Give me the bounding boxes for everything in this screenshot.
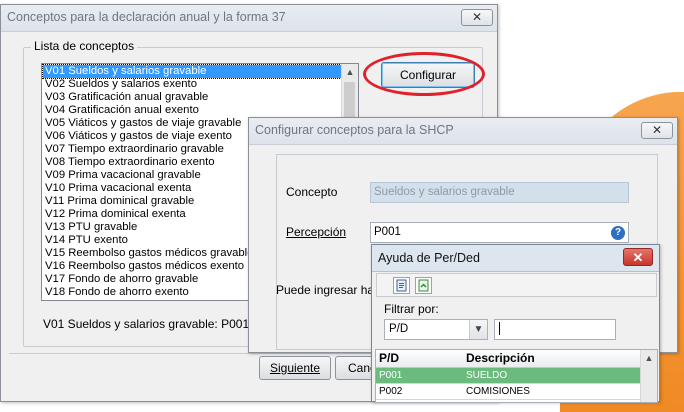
scroll-up-icon[interactable]: ▲ — [342, 64, 358, 80]
configure-button-label: Configurar — [399, 68, 457, 82]
row-code: P001 — [379, 370, 403, 381]
per-ded-help-titlebar[interactable]: Ayuda de Per/Ded ✕ — [372, 245, 659, 272]
per-ded-help-title: Ayuda de Per/Ded — [378, 251, 480, 265]
chevron-down-icon[interactable]: ▼ — [469, 320, 487, 339]
configure-shcp-title: Configurar conceptos para la SHCP — [255, 123, 454, 137]
configure-button[interactable]: Configurar — [381, 62, 475, 88]
list-item[interactable]: V02 Sueldos y salarios exento — [43, 78, 341, 91]
row-code: P002 — [379, 386, 403, 397]
filter-text-input[interactable] — [494, 319, 616, 340]
view-document-icon[interactable] — [393, 277, 410, 294]
concepts-list-scroll-thumb[interactable] — [344, 82, 355, 122]
list-item[interactable]: V03 Gratificación anual gravable — [43, 91, 341, 104]
per-ded-grid-header: P/D Descripción — [376, 350, 641, 368]
table-row[interactable]: P001 SUELDO — [376, 368, 641, 384]
percepcion-label: Percepción — [286, 225, 347, 239]
percepcion-value: P001 — [374, 226, 401, 238]
refresh-icon[interactable] — [415, 277, 432, 294]
filter-combo[interactable]: P/D ▼ — [384, 319, 488, 340]
text-cursor — [499, 322, 500, 336]
per-ded-toolbar — [376, 273, 657, 297]
column-header-descripcion[interactable]: Descripción — [466, 351, 535, 365]
per-ded-help-window: Ayuda de Per/Ded ✕ Filtrar por: P/D ▼ P/… — [371, 244, 660, 403]
list-item[interactable]: V04 Gratificación anual exento — [43, 104, 341, 117]
concepts-window-title: Conceptos para la declaración anual y la… — [7, 10, 286, 24]
concepto-field: Sueldos y salarios gravable — [370, 182, 629, 203]
list-item[interactable]: V01 Sueldos y salarios gravable — [42, 64, 342, 79]
concepts-window-close-button[interactable]: ✕ — [461, 9, 493, 26]
selected-concept-summary: V01 Sueldos y salarios gravable: P001 — [43, 317, 250, 331]
scroll-up-icon[interactable]: ▲ — [641, 350, 657, 366]
concepto-label: Concepto — [286, 185, 338, 199]
configure-shcp-close-button[interactable]: ✕ — [641, 122, 673, 139]
per-ded-grid-scrollbar[interactable]: ▲ — [640, 350, 657, 402]
next-button[interactable]: Siguiente — [259, 356, 331, 380]
row-description: SUELDO — [466, 370, 508, 381]
per-ded-help-close-button[interactable]: ✕ — [623, 248, 653, 266]
column-header-pd[interactable]: P/D — [379, 351, 399, 365]
percepcion-help-icon[interactable]: ? — [611, 226, 625, 240]
per-ded-grid[interactable]: P/D Descripción P001 SUELDO P002 COMISIO… — [375, 349, 658, 403]
concepts-group-label: Lista de conceptos — [31, 39, 138, 53]
filter-combo-value: P/D — [389, 323, 409, 335]
concepts-window-titlebar[interactable]: Conceptos para la declaración anual y la… — [1, 5, 497, 32]
row-description: COMISIONES — [466, 386, 530, 397]
next-button-label: Siguiente — [269, 361, 321, 375]
percepcion-input[interactable]: P001 — [370, 222, 629, 243]
table-row[interactable]: P002 COMISIONES — [376, 384, 641, 400]
configure-shcp-titlebar[interactable]: Configurar conceptos para la SHCP ✕ — [249, 118, 677, 145]
filter-label: Filtrar por: — [384, 302, 439, 316]
